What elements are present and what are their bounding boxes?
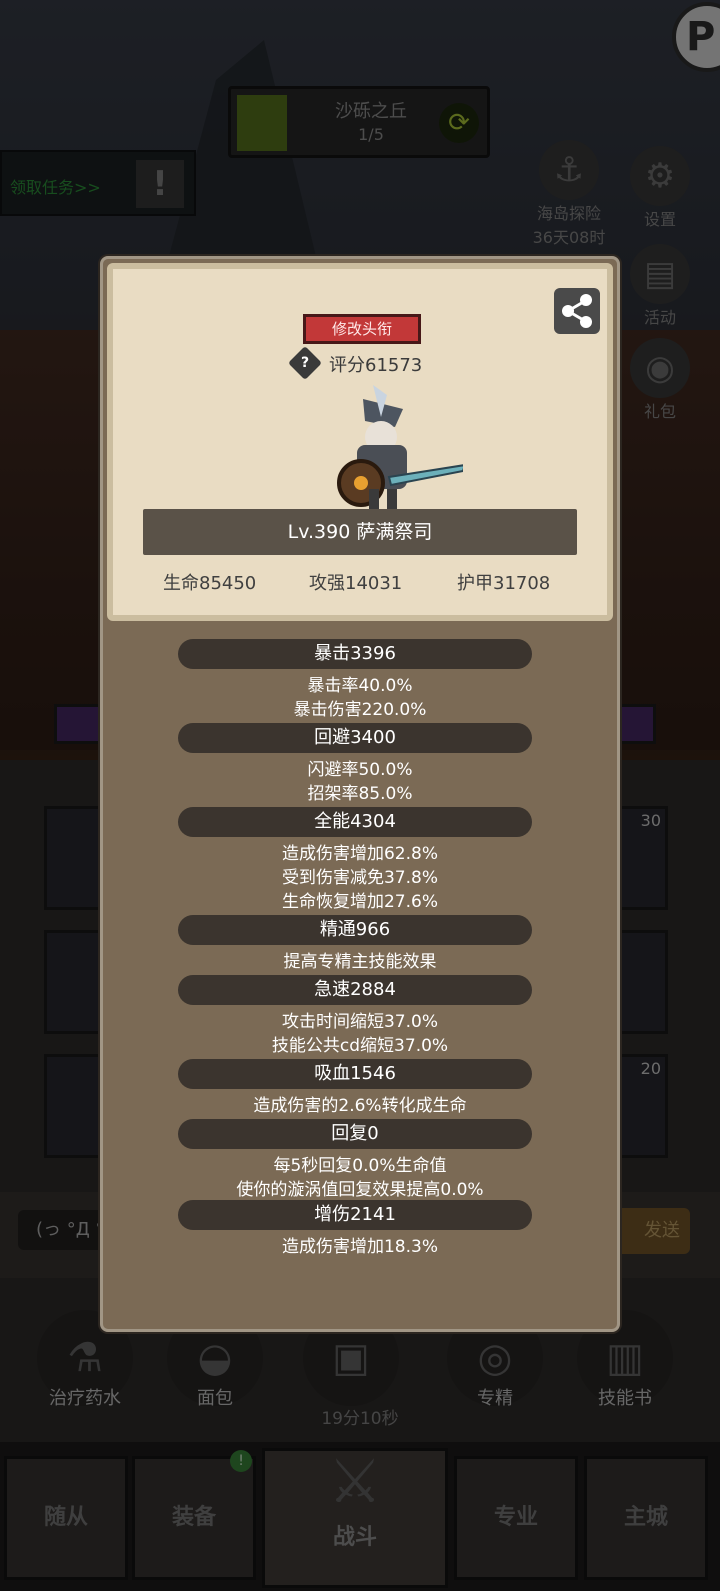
armor-stat: 护甲31708 bbox=[457, 573, 551, 594]
stat-line: 生命恢复增加27.6% bbox=[281, 892, 438, 912]
stat-header-lifesteal: 吸血1546 bbox=[178, 1059, 532, 1089]
stat-header-mastery: 精通966 bbox=[178, 915, 532, 945]
hp-stat: 生命85450 bbox=[163, 573, 257, 594]
stat-header-regen: 回复0 bbox=[178, 1119, 532, 1149]
stat-line: 提高专精主技能效果 bbox=[283, 952, 437, 972]
character-card: 修改头衔 ? 评分61573 Lv.390 萨满祭司 生命85450 攻强140… bbox=[107, 263, 613, 621]
help-icon[interactable]: ? bbox=[288, 346, 322, 380]
attack-stat: 攻强14031 bbox=[309, 573, 403, 594]
stat-line: 闪避率50.0% bbox=[307, 760, 413, 780]
score-row: ? 评分61573 bbox=[288, 346, 453, 380]
stat-line: 暴击伤害220.0% bbox=[293, 700, 427, 720]
stat-header-crit: 暴击3396 bbox=[178, 639, 532, 669]
stat-line: 每5秒回复0.0%生命值 bbox=[273, 1156, 447, 1176]
stat-line: 使你的漩涡值回复效果提高0.0% bbox=[236, 1180, 484, 1200]
stat-header-versatility: 全能4304 bbox=[178, 807, 532, 837]
hero-avatar bbox=[337, 385, 463, 511]
share-button[interactable] bbox=[554, 288, 600, 334]
score-value: 评分61573 bbox=[329, 355, 423, 376]
stat-line: 暴击率40.0% bbox=[307, 676, 413, 696]
stat-header-damage-bonus: 增伤2141 bbox=[178, 1200, 532, 1230]
stat-line: 造成伤害增加62.8% bbox=[281, 844, 438, 864]
stat-line: 受到伤害减免37.8% bbox=[281, 868, 438, 888]
stat-header-avoidance: 回避3400 bbox=[178, 723, 532, 753]
character-name: Lv.390 萨满祭司 bbox=[143, 509, 577, 555]
share-icon bbox=[562, 294, 592, 328]
stat-line: 造成伤害的2.6%转化成生命 bbox=[253, 1096, 467, 1116]
stat-line: 攻击时间缩短37.0% bbox=[281, 1012, 438, 1032]
rename-title-button[interactable]: 修改头衔 bbox=[303, 314, 421, 344]
stat-line: 造成伤害增加18.3% bbox=[281, 1237, 438, 1257]
stat-line: 技能公共cd缩短37.0% bbox=[271, 1036, 449, 1056]
stat-header-haste: 急速2884 bbox=[178, 975, 532, 1005]
stat-line: 招架率85.0% bbox=[307, 784, 413, 804]
